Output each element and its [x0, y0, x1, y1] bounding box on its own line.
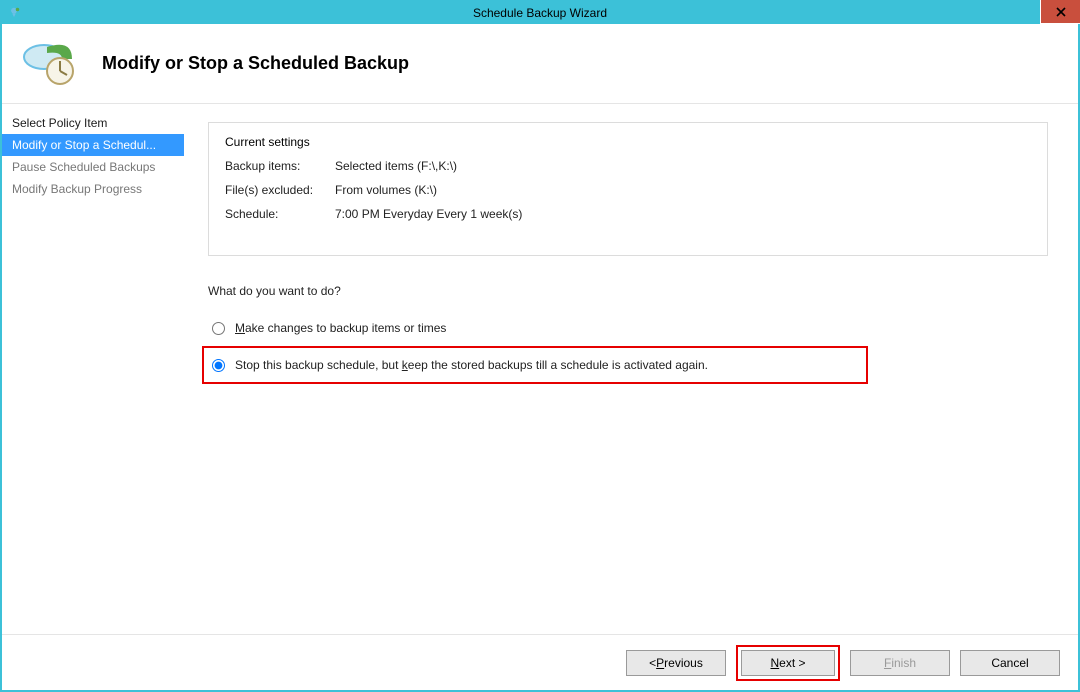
wizard-header: Modify or Stop a Scheduled Backup [2, 24, 1078, 104]
wizard-step-sidebar: Select Policy Item Modify or Stop a Sche… [2, 104, 184, 634]
previous-button[interactable]: < Previous [626, 650, 726, 676]
finish-button: Finish [850, 650, 950, 676]
radio-option-stop-schedule[interactable]: Stop this backup schedule, but keep the … [202, 346, 868, 384]
radio-stop-schedule-label[interactable]: Stop this backup schedule, but keep the … [235, 358, 708, 372]
wizard-content: Current settings Backup items: Selected … [184, 104, 1078, 634]
sidebar-item-pause-backups[interactable]: Pause Scheduled Backups [2, 156, 184, 178]
settings-value: 7:00 PM Everyday Every 1 week(s) [335, 207, 522, 221]
settings-value: From volumes (K:\) [335, 183, 437, 197]
sidebar-item-modify-progress[interactable]: Modify Backup Progress [2, 178, 184, 200]
settings-value: Selected items (F:\,K:\) [335, 159, 457, 173]
current-settings-legend: Current settings [225, 135, 310, 149]
close-button[interactable] [1040, 0, 1080, 24]
wizard-logo-icon [22, 39, 82, 89]
settings-label: Backup items: [225, 159, 335, 173]
radio-option-make-changes[interactable]: Make changes to backup items or times [208, 318, 1048, 338]
current-settings-group: Current settings Backup items: Selected … [208, 122, 1048, 256]
settings-row-schedule: Schedule: 7:00 PM Everyday Every 1 week(… [225, 207, 1031, 221]
settings-row-files-excluded: File(s) excluded: From volumes (K:\) [225, 183, 1031, 197]
wizard-window: Schedule Backup Wizard Modify or Stop a … [0, 0, 1080, 692]
settings-label: Schedule: [225, 207, 335, 221]
sidebar-item-select-policy[interactable]: Select Policy Item [2, 112, 184, 134]
page-title: Modify or Stop a Scheduled Backup [102, 53, 409, 74]
wizard-footer: < Previous Next > Finish Cancel [2, 634, 1078, 690]
cancel-button[interactable]: Cancel [960, 650, 1060, 676]
radio-make-changes[interactable] [212, 322, 225, 335]
next-button-highlight: Next > [736, 645, 840, 681]
titlebar: Schedule Backup Wizard [2, 2, 1078, 24]
settings-label: File(s) excluded: [225, 183, 335, 197]
window-title: Schedule Backup Wizard [2, 2, 1078, 24]
sidebar-item-modify-or-stop[interactable]: Modify or Stop a Schedul... [2, 134, 184, 156]
next-button[interactable]: Next > [741, 650, 835, 676]
app-icon [6, 5, 22, 21]
wizard-body: Select Policy Item Modify or Stop a Sche… [2, 104, 1078, 634]
question-label: What do you want to do? [208, 284, 1048, 298]
radio-make-changes-label[interactable]: Make changes to backup items or times [235, 321, 446, 335]
radio-stop-schedule[interactable] [212, 359, 225, 372]
settings-row-backup-items: Backup items: Selected items (F:\,K:\) [225, 159, 1031, 173]
